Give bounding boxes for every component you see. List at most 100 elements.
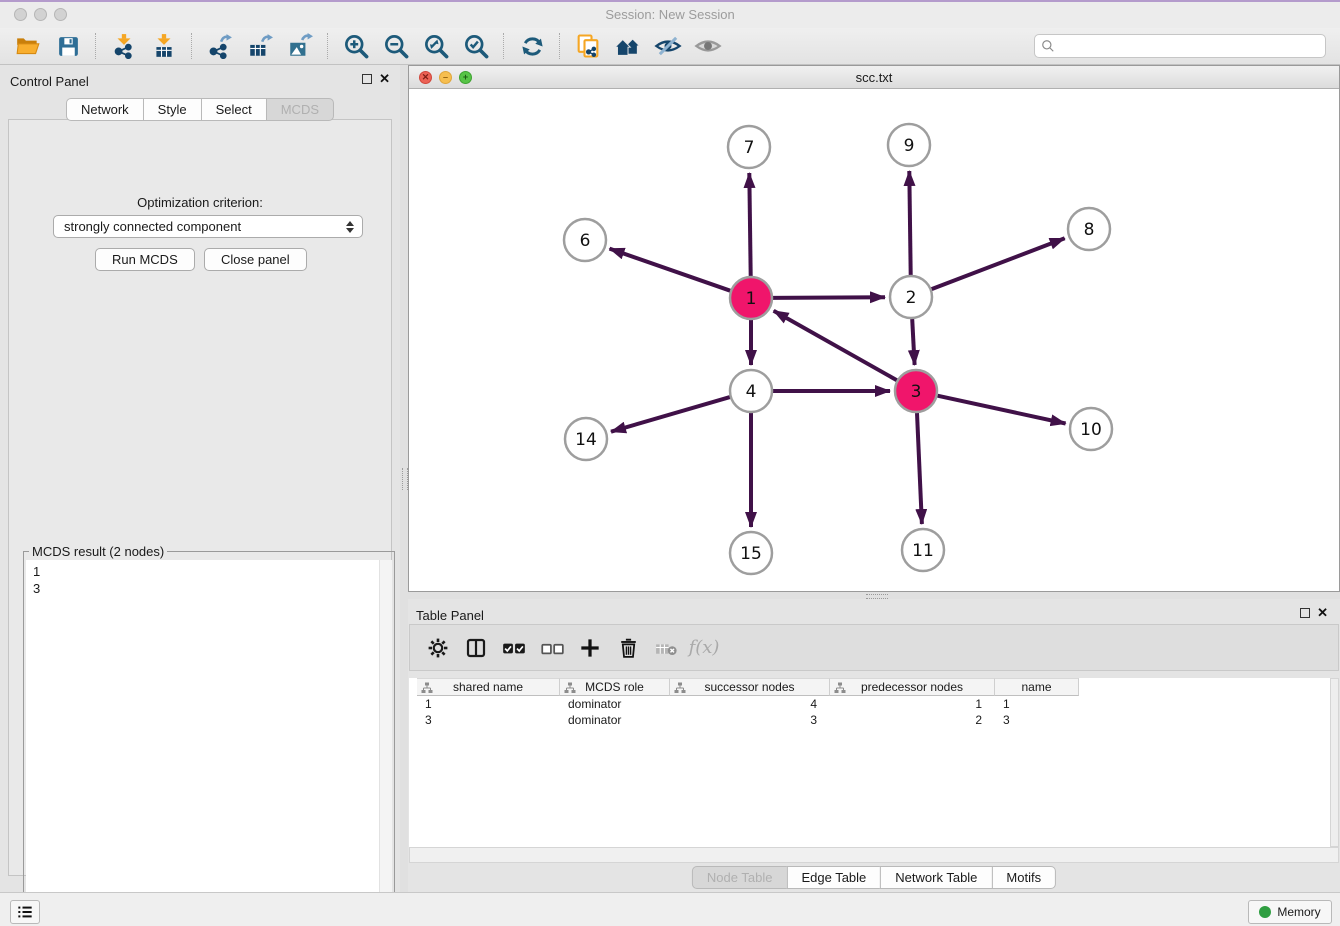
zoom-out-icon[interactable]	[381, 31, 411, 61]
cell-successor-nodes-0[interactable]: 4	[670, 696, 830, 712]
graph-node-label-8: 8	[1084, 220, 1095, 240]
memory-button[interactable]: Memory	[1248, 900, 1332, 924]
import-network-icon[interactable]	[109, 31, 139, 61]
horizontal-splitter[interactable]	[408, 592, 1340, 599]
network-canvas[interactable]: 1234678910111415	[409, 89, 1339, 591]
tab-edge-table[interactable]: Edge Table	[786, 866, 881, 889]
column-label: successor nodes	[704, 680, 794, 694]
column-label: name	[1021, 680, 1051, 694]
home-icon[interactable]	[613, 31, 643, 61]
table-horizontal-scrollbar[interactable]	[409, 847, 1339, 863]
export-image-icon[interactable]	[285, 31, 315, 61]
import-table-icon[interactable]	[149, 31, 179, 61]
table-panel-tabs: Node TableEdge TableNetwork TableMotifs	[692, 866, 1056, 889]
vertical-splitter[interactable]	[400, 65, 408, 892]
hierarchy-icon	[564, 682, 576, 694]
deselect-all-checkboxes-icon[interactable]	[536, 632, 568, 664]
float-panel-icon[interactable]	[362, 74, 372, 84]
tab-motifs[interactable]: Motifs	[991, 866, 1056, 889]
cell-name-1[interactable]: 3	[995, 712, 1079, 728]
graph-edge-4-14[interactable]	[611, 397, 730, 432]
graph-edge-1-2[interactable]	[773, 297, 885, 298]
table-row-1: 3dominator323	[417, 712, 1079, 728]
open-session-icon[interactable]	[13, 31, 43, 61]
column-header-successor-nodes[interactable]: successor nodes	[670, 678, 830, 696]
list-icon	[15, 902, 35, 922]
table-toolbar: f(x)	[409, 624, 1339, 671]
table-header-row: shared nameMCDS role successor nodes prede…	[417, 678, 1079, 696]
graph-edge-2-9[interactable]	[909, 171, 910, 275]
window-title: Session: New Session	[0, 7, 1340, 22]
split-columns-icon[interactable]	[460, 632, 492, 664]
criterion-dropdown[interactable]: strongly connected component	[53, 215, 363, 238]
cell-shared-name-1[interactable]: 3	[417, 712, 560, 728]
graph-edge-3-1[interactable]	[774, 311, 897, 380]
column-header-predecessor-nodes[interactable]: predecessor nodes	[830, 678, 995, 696]
cell-predecessor-nodes-0[interactable]: 1	[830, 696, 995, 712]
network-document-icon[interactable]	[573, 31, 603, 61]
export-table-icon[interactable]	[245, 31, 275, 61]
tab-network-table[interactable]: Network Table	[880, 866, 992, 889]
mcds-result-title: MCDS result (2 nodes)	[29, 544, 167, 559]
float-panel-icon[interactable]	[1300, 608, 1310, 618]
graph-node-label-14: 14	[575, 430, 597, 450]
tab-node-table[interactable]: Node Table	[692, 866, 788, 889]
table-rows: 1dominator4113dominator323	[417, 696, 1079, 728]
hide-details-eye-icon[interactable]	[653, 31, 683, 61]
save-session-icon[interactable]	[53, 31, 83, 61]
zoom-in-icon[interactable]	[341, 31, 371, 61]
network-window-titlebar[interactable]: ✕ – + scc.txt	[409, 66, 1339, 89]
control-panel: Control Panel ✕ NetworkStyleSelectMCDS O…	[0, 65, 400, 892]
column-header-shared-name[interactable]: shared name	[417, 678, 560, 696]
mcds-result-group: MCDS result (2 nodes) 1 3	[23, 551, 395, 926]
graph-edge-1-7[interactable]	[749, 173, 750, 276]
column-header-name[interactable]: name	[995, 678, 1079, 696]
tab-select[interactable]: Select	[201, 98, 267, 121]
cell-mcds-role-1[interactable]: dominator	[560, 712, 670, 728]
search-input[interactable]	[1060, 38, 1319, 55]
column-header-mcds-role[interactable]: MCDS role	[560, 678, 670, 696]
graph-node-label-2: 2	[906, 288, 917, 308]
select-all-checkboxes-icon[interactable]	[498, 632, 530, 664]
graph-edge-3-11[interactable]	[917, 413, 922, 524]
export-network-icon[interactable]	[205, 31, 235, 61]
hierarchy-icon	[834, 682, 846, 694]
application-window: Session: New Session Control Panel	[0, 0, 1340, 926]
cell-predecessor-nodes-1[interactable]: 2	[830, 712, 995, 728]
run-mcds-button[interactable]: Run MCDS	[95, 248, 195, 271]
zoom-fit-icon[interactable]	[421, 31, 451, 61]
tab-network[interactable]: Network	[66, 98, 144, 121]
settings-gear-icon[interactable]	[422, 632, 454, 664]
cell-name-0[interactable]: 1	[995, 696, 1079, 712]
search-field[interactable]	[1034, 34, 1326, 58]
column-label: predecessor nodes	[861, 680, 963, 694]
graph-edge-3-10[interactable]	[938, 396, 1066, 424]
hierarchy-icon	[674, 682, 686, 694]
zoom-selected-icon[interactable]	[461, 31, 491, 61]
tab-style[interactable]: Style	[143, 98, 202, 121]
table-scrollbar[interactable]	[1330, 678, 1339, 847]
cell-mcds-role-0[interactable]: dominator	[560, 696, 670, 712]
delete-table-icon[interactable]	[650, 632, 682, 664]
close-panel-icon[interactable]: ✕	[1317, 608, 1328, 618]
graph-edge-1-6[interactable]	[610, 249, 731, 291]
show-details-eye-icon[interactable]	[693, 31, 723, 61]
refresh-layout-icon[interactable]	[517, 31, 547, 61]
toolbar-separator	[559, 33, 561, 59]
tab-mcds[interactable]: MCDS	[266, 98, 334, 121]
search-icon	[1041, 39, 1055, 53]
add-column-icon[interactable]	[574, 632, 606, 664]
graph-edge-2-8[interactable]	[932, 238, 1065, 289]
cell-successor-nodes-1[interactable]: 3	[670, 712, 830, 728]
mcds-result-list[interactable]: 1 3	[26, 560, 392, 924]
graph-edge-2-3[interactable]	[912, 319, 914, 365]
titlebar: Session: New Session	[0, 2, 1340, 29]
close-panel-icon[interactable]: ✕	[379, 74, 390, 84]
cell-shared-name-0[interactable]: 1	[417, 696, 560, 712]
delete-column-icon[interactable]	[612, 632, 644, 664]
toolbar-separator	[191, 33, 193, 59]
close-panel-button[interactable]: Close panel	[204, 248, 307, 271]
network-window-title: scc.txt	[409, 70, 1339, 85]
result-scrollbar[interactable]	[379, 560, 392, 924]
task-history-button[interactable]	[10, 900, 40, 924]
